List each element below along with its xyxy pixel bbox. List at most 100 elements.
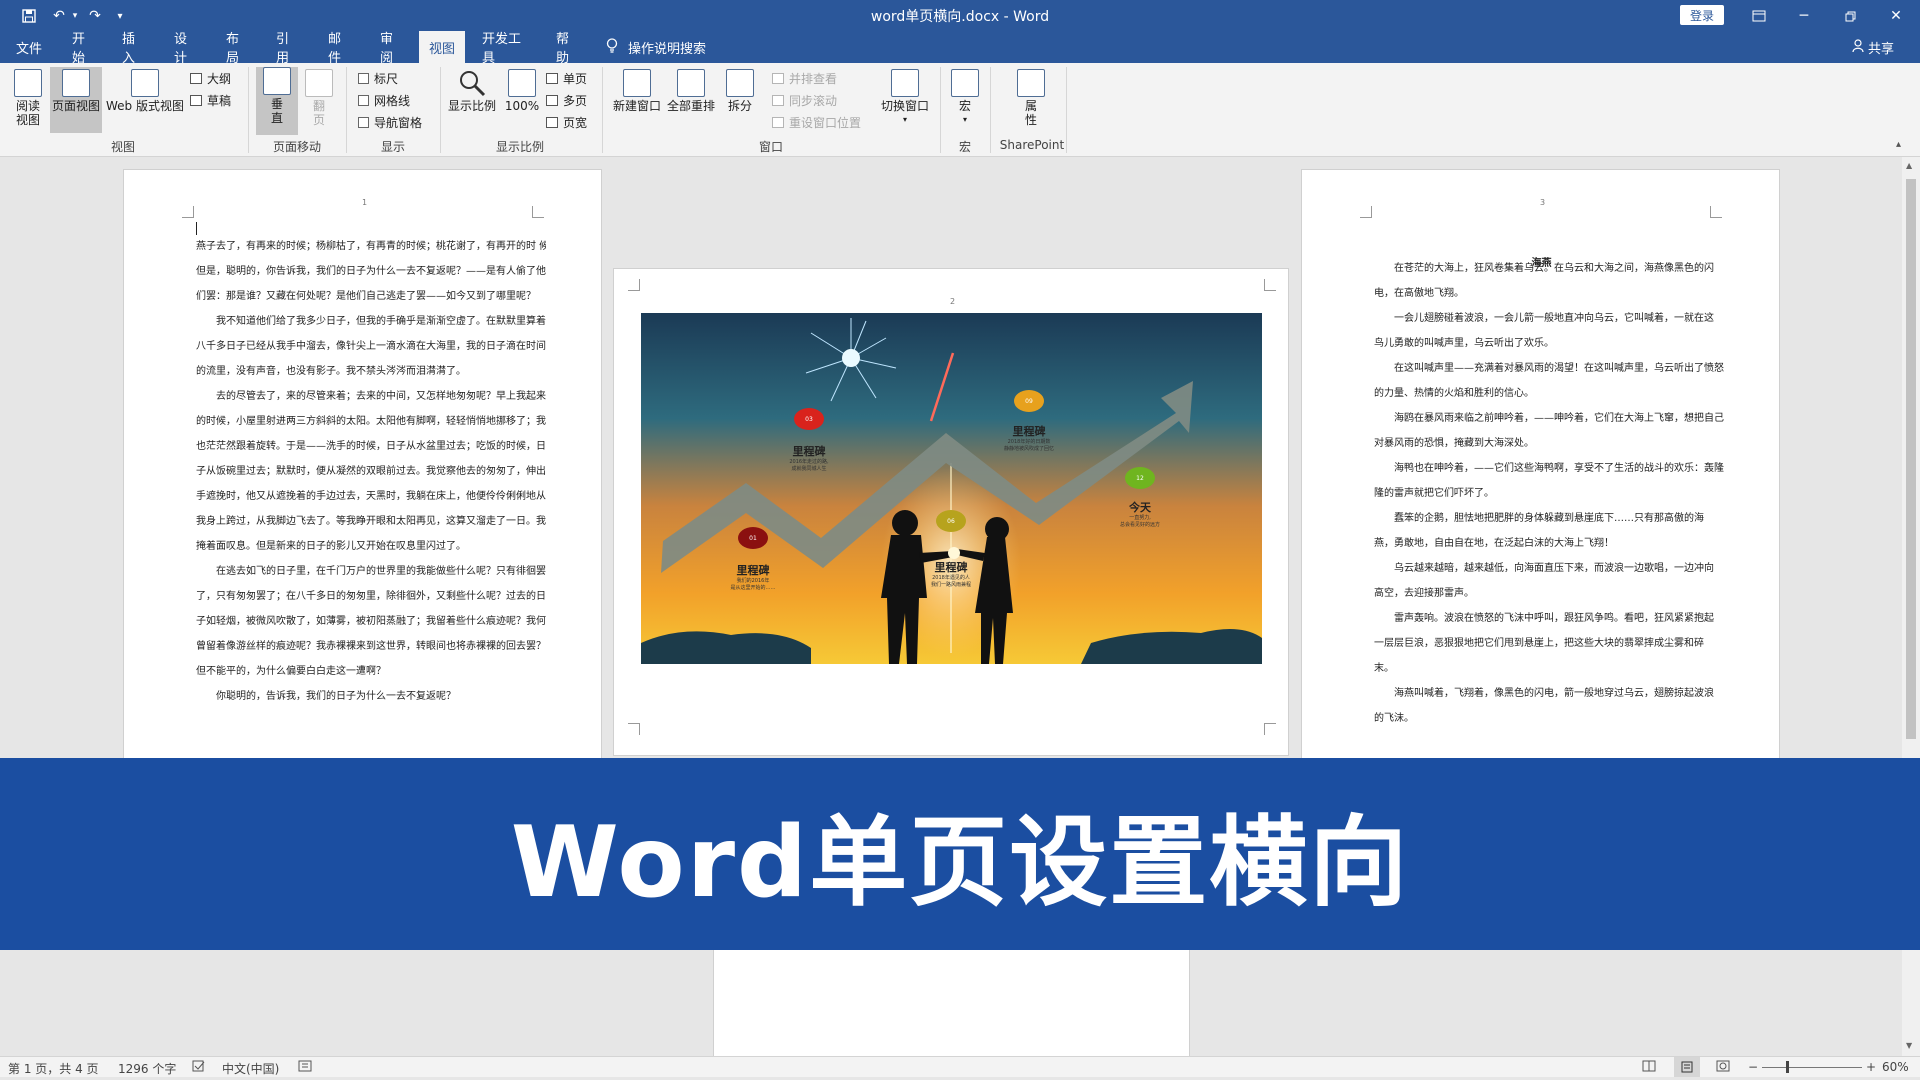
- text-line: 子从饭碗里过去；默默时，便从凝然的双眼前过去。我觉察他去的匆匆了，伸出: [196, 466, 546, 477]
- outline-button[interactable]: 大纲: [190, 69, 231, 87]
- share-button[interactable]: 共享: [1852, 31, 1894, 63]
- page-width-icon: [546, 116, 558, 128]
- tab-developer[interactable]: 开发工具: [474, 31, 536, 66]
- collapse-ribbon-icon[interactable]: ▴: [1896, 139, 1901, 150]
- new-window-label: 新建窗口: [612, 99, 661, 113]
- reset-window-position-button[interactable]: 重设窗口位置: [772, 113, 861, 131]
- vertical-button[interactable]: 垂直: [256, 67, 298, 135]
- zoom-slider-thumb[interactable]: [1786, 1061, 1789, 1073]
- reset-window-position-icon: [772, 116, 784, 128]
- restore-icon[interactable]: [1838, 6, 1862, 26]
- properties-button[interactable]: 属性: [1012, 69, 1050, 135]
- multiple-pages-label: 多页: [563, 93, 588, 108]
- text-line: 末。: [1374, 663, 1394, 674]
- tab-file[interactable]: 文件: [8, 31, 50, 63]
- text-line: 一层层巨浪，恶狠狠地把它们甩到悬崖上，把这些大块的翡翠摔成尘雾和碎: [1374, 638, 1704, 649]
- text-line: 海鸭也在呻吟着，——它们这些海鸭啊，享受不了生活的战斗的欢乐：轰隆: [1394, 463, 1724, 474]
- tab-references[interactable]: 引用: [268, 31, 308, 66]
- tab-design[interactable]: 设计: [166, 31, 206, 66]
- scroll-down-icon[interactable]: ▼: [1906, 1041, 1912, 1050]
- switch-windows-button[interactable]: 切换窗口 ▾: [876, 69, 934, 135]
- crop-mark: [628, 723, 640, 735]
- crop-mark: [1264, 279, 1276, 291]
- minimize-icon[interactable]: ─: [1792, 6, 1816, 26]
- read-mode-icon: [14, 69, 42, 97]
- page-3[interactable]: 3 海燕 在苍茫的大海上，狂风卷集着乌云。在乌云和大海之间，海燕像黑色的闪 电，在…: [1301, 169, 1780, 809]
- milestone-infographic-image[interactable]: 03 里程碑 2016年走过的路, 成就我同城人生 01 里程碑 我们的2016年 是从这…: [641, 313, 1262, 664]
- milestone-title: 里程碑: [792, 445, 826, 458]
- sign-in-button[interactable]: 登录: [1680, 5, 1724, 25]
- crop-mark: [628, 279, 640, 291]
- print-layout-button[interactable]: 页面视图: [50, 67, 102, 133]
- web-layout-button[interactable]: Web 版式视图: [104, 69, 186, 133]
- web-layout-view-icon[interactable]: [1716, 1060, 1730, 1075]
- crop-mark: [532, 206, 544, 218]
- sync-scroll-label: 同步滚动: [789, 93, 838, 108]
- scrollbar-thumb[interactable]: [1906, 179, 1916, 739]
- close-icon[interactable]: ✕: [1884, 6, 1908, 26]
- milestone-description: 我们的2016年 是从这里开始的……: [730, 578, 776, 591]
- accessibility-icon[interactable]: [298, 1060, 312, 1075]
- arrange-all-button[interactable]: 全部重排: [664, 69, 718, 133]
- page-1[interactable]: 1 燕子去了，有再来的时候；杨柳枯了，有再青的时候；桃花谢了，有再开的时 候。但…: [123, 169, 602, 809]
- tell-me-search[interactable]: 操作说明搜索: [606, 31, 706, 63]
- tab-insert[interactable]: 插入: [114, 31, 154, 66]
- nav-pane-checkbox[interactable]: 导航窗格: [358, 113, 422, 131]
- tab-view[interactable]: 视图: [419, 31, 465, 63]
- language[interactable]: 中文(中国): [222, 1060, 279, 1077]
- page-number: 2: [950, 297, 956, 306]
- text-line: 隆的雷声就把它们吓坏了。: [1374, 488, 1494, 499]
- zoom-slider[interactable]: [1762, 1067, 1862, 1068]
- page-1-body[interactable]: 燕子去了，有再来的时候；杨柳枯了，有再青的时候；桃花谢了，有再开的时 候。 但是，…: [196, 234, 546, 804]
- side-to-side-button[interactable]: 翻页: [300, 69, 338, 135]
- zoom-out-icon[interactable]: −: [1748, 1060, 1758, 1074]
- tab-layout[interactable]: 布局: [218, 31, 258, 66]
- side-by-side-button[interactable]: 并排查看: [772, 69, 837, 87]
- read-mode-button[interactable]: 阅读视图: [6, 69, 50, 133]
- web-layout-icon: [131, 69, 159, 97]
- word-count[interactable]: 1296 个字: [118, 1060, 176, 1077]
- text-line: 海鸥在暴风雨来临之前呻吟着，——呻吟着，它们在大海上飞窜，想把自己: [1394, 413, 1724, 424]
- tab-home[interactable]: 开始: [64, 31, 104, 66]
- zoom-level[interactable]: 60%: [1882, 1060, 1909, 1074]
- switch-windows-label: 切换窗口: [880, 99, 929, 113]
- proofing-icon[interactable]: [192, 1060, 206, 1075]
- zoom-in-icon[interactable]: +: [1866, 1060, 1876, 1074]
- tab-mailings[interactable]: 邮件: [320, 31, 360, 66]
- print-layout-view-icon[interactable]: [1674, 1057, 1700, 1077]
- zoom-100-button[interactable]: 100%: [502, 69, 542, 133]
- ruler-checkbox[interactable]: 标尺: [358, 69, 398, 87]
- ribbon-display-options-icon[interactable]: [1748, 6, 1770, 26]
- tab-help[interactable]: 帮助: [548, 31, 588, 66]
- milestone-marker: 06: [936, 510, 966, 532]
- one-page-icon: [546, 72, 558, 84]
- divider: [1066, 67, 1067, 153]
- sync-scroll-button[interactable]: 同步滚动: [772, 91, 837, 109]
- multiple-pages-button[interactable]: 多页: [546, 91, 587, 109]
- text-line: 在苍茫的大海上，狂风卷集着乌云。在乌云和大海之间，海燕像黑色的闪: [1394, 263, 1714, 274]
- text-line: 的时候，小屋里射进两三方斜斜的太阳。太阳他有脚啊，轻轻悄悄地挪移了；我: [196, 416, 546, 427]
- draft-button[interactable]: 草稿: [190, 91, 231, 109]
- zoom-button[interactable]: 显示比例: [446, 69, 498, 133]
- new-window-button[interactable]: 新建窗口: [610, 69, 664, 133]
- tab-review[interactable]: 审阅: [372, 31, 412, 66]
- milestone-title: 里程碑: [736, 564, 770, 577]
- macros-button[interactable]: 宏 ▾: [948, 69, 982, 135]
- text-line: 乌云越来越暗，越来越低，向海面直压下来，而波浪一边歌唱，一边冲向: [1394, 563, 1714, 574]
- one-page-button[interactable]: 单页: [546, 69, 587, 87]
- zoom-100-icon: [508, 69, 536, 97]
- text-line: 海燕叫喊着，飞翔着，像黑色的闪电，箭一般地穿过乌云，翅膀掠起波浪: [1394, 688, 1714, 699]
- page-2-landscape[interactable]: 2 03 里程碑 2016年走过的路, 成就我同城人生 01 里程碑 我们的20…: [613, 268, 1289, 756]
- text-line: 的力量、热情的火焰和胜利的信心。: [1374, 388, 1534, 399]
- page-width-button[interactable]: 页宽: [546, 113, 587, 131]
- gridlines-checkbox[interactable]: 网格线: [358, 91, 410, 109]
- read-mode-view-icon[interactable]: [1642, 1060, 1656, 1075]
- split-button[interactable]: 拆分: [720, 69, 760, 133]
- scroll-up-icon[interactable]: ▲: [1906, 161, 1912, 170]
- text-line: 在逃去如飞的日子里，在千门万户的世界里的我能做些什么呢？只有徘徊罢: [216, 566, 546, 577]
- infographic-svg: [641, 313, 1262, 664]
- page-3-body[interactable]: 在苍茫的大海上，狂风卷集着乌云。在乌云和大海之间，海燕像黑色的闪 电，在高傲地飞翔…: [1374, 256, 1724, 806]
- page-count[interactable]: 第 1 页，共 4 页: [8, 1060, 99, 1077]
- page-number: 3: [1540, 198, 1546, 207]
- arrange-all-label: 全部重排: [666, 99, 715, 113]
